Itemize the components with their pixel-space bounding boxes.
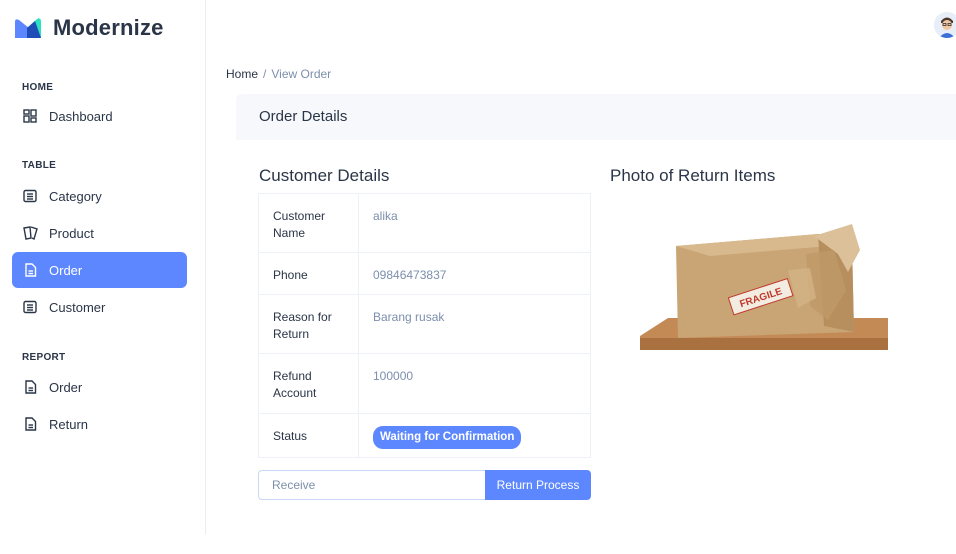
sidebar-item-label: Order [49,262,83,278]
table-row: Status Waiting for Confirmation [258,413,591,458]
dashboard-icon [22,108,38,124]
sidebar-item-order[interactable]: Order [12,252,187,288]
sidebar-item-label: Order [49,379,83,395]
status-badge: Waiting for Confirmation [373,426,522,449]
field-value: Barang rusak [358,294,591,354]
nav-section-home: HOME [22,82,54,93]
sidebar-item-return[interactable]: Return [12,406,187,442]
status-cell: Waiting for Confirmation [358,413,591,458]
field-label: Reason for Return [258,294,359,354]
field-label: Refund Account [258,353,359,414]
breadcrumb: Home / View Order [226,67,331,81]
breadcrumb-current: View Order [271,67,332,81]
sidebar-item-label: Return [49,416,89,432]
tag-icon [22,225,38,241]
table-row: Phone 09846473837 [258,252,591,295]
sidebar-item-dashboard[interactable]: Dashboard [12,98,187,134]
sidebar-item-product[interactable]: Product [12,215,187,251]
field-value: alika [358,193,591,253]
list-icon [22,188,38,204]
field-label: Phone [258,252,359,295]
field-label: Status [258,413,359,458]
sidebar-item-customer[interactable]: Customer [12,289,187,325]
file-icon [22,262,38,278]
sidebar-item-label: Dashboard [49,108,113,124]
sidebar-item-report-order[interactable]: Order [12,369,187,405]
return-photo-title: Photo of Return Items [610,166,776,185]
sidebar-item-label: Category [49,188,102,204]
field-value: 100000 [358,353,591,414]
sidebar-item-label: Customer [49,299,106,315]
nav-section-table: TABLE [22,160,57,171]
nav-section-report: REPORT [22,352,66,363]
sidebar-item-label: Product [49,225,94,241]
field-label: Customer Name [258,193,359,253]
return-item-photo: FRAGILE [640,224,888,350]
table-row: Customer Name alika [258,193,591,253]
card-header: Order Details [236,94,956,140]
table-row: Refund Account 100000 [258,353,591,414]
brand[interactable]: Modernize [13,13,164,43]
file-icon [22,416,38,432]
breadcrumb-home[interactable]: Home [226,67,258,81]
sidebar-item-category[interactable]: Category [12,178,187,214]
field-value: 09846473837 [358,252,591,295]
brand-logo-icon [15,18,41,38]
customer-details-title: Customer Details [259,166,390,185]
list-icon [22,299,38,315]
customer-details-table: Customer Name alika Phone 09846473837 Re… [258,193,591,458]
brand-name: Modernize [53,15,164,40]
page-title: Order Details [259,108,348,125]
breadcrumb-separator: / [263,67,267,81]
avatar[interactable] [934,12,956,38]
file-icon [22,379,38,395]
receive-input[interactable] [258,470,486,500]
sidebar: Modernize HOME Dashboard TABLE Category … [0,0,206,534]
table-row: Reason for Return Barang rusak [258,294,591,354]
return-process-button[interactable]: Return Process [485,470,591,500]
